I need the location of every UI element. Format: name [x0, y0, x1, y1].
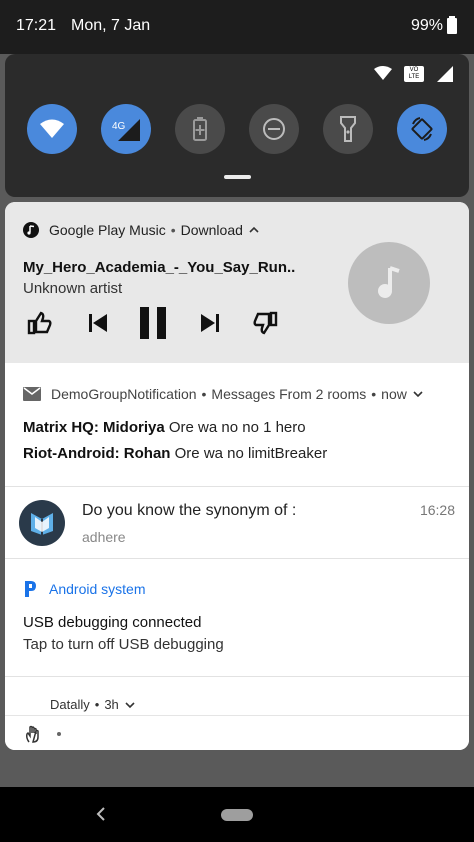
media-title: My_Hero_Academia_-_You_Say_Run..: [23, 259, 296, 276]
tile-mobile-data[interactable]: 4G: [101, 104, 151, 154]
tile-wifi[interactable]: [27, 104, 77, 154]
quick-settings-panel: VO LTE 4G: [5, 54, 469, 197]
media-artist: Unknown artist: [23, 280, 123, 297]
datally-notification[interactable]: Datally • 3h: [50, 697, 135, 712]
divider: [5, 558, 469, 559]
skip-next-icon: [201, 314, 219, 332]
media-app-name: Google Play Music: [49, 222, 166, 238]
volte-icon: VO LTE: [404, 66, 424, 82]
previous-button[interactable]: [83, 308, 113, 338]
chevron-down-icon[interactable]: [413, 390, 423, 398]
system-title: USB debugging connected: [23, 614, 202, 631]
android-system-icon: [25, 581, 36, 597]
play-music-app-icon: [23, 222, 39, 238]
album-art: [348, 242, 430, 324]
media-action: Download: [180, 222, 243, 238]
next-button[interactable]: [195, 308, 225, 338]
navigation-bar: [0, 787, 474, 842]
flashlight-icon: [340, 116, 356, 142]
divider: [5, 486, 469, 487]
notification-shade: Google Play Music • Download My_Hero_Aca…: [5, 202, 469, 750]
tile-auto-rotate[interactable]: [397, 104, 447, 154]
group-time: now: [381, 386, 407, 402]
battery-icon: [447, 16, 457, 34]
group-app-name: DemoGroupNotification: [51, 386, 197, 402]
datally-time: 3h: [104, 697, 119, 712]
message-line: Riot-Android: Rohan Ore wa no limitBreak…: [23, 445, 327, 462]
dnd-icon: [263, 118, 285, 140]
battery-percentage: 99%: [410, 17, 443, 34]
message-sender: Matrix HQ: Midoriya: [23, 419, 165, 436]
thumbs-up-icon: [27, 311, 52, 335]
synonym-word: adhere: [82, 529, 126, 545]
book-logo-icon: [31, 513, 53, 535]
tile-do-not-disturb[interactable]: [249, 104, 299, 154]
chevron-up-icon[interactable]: [249, 226, 259, 234]
overflow-icons-row: [5, 715, 469, 750]
group-notification-header: DemoGroupNotification • Messages From 2 …: [23, 386, 423, 402]
system-header: Android system: [23, 580, 145, 598]
tile-battery-saver[interactable]: [175, 104, 225, 154]
skip-previous-icon: [89, 314, 107, 332]
message-text: Ore wa no limitBreaker: [174, 445, 328, 462]
pause-icon: [140, 307, 166, 339]
wifi-icon: [40, 119, 64, 138]
overflow-dot: [57, 732, 61, 736]
email-icon: [23, 387, 41, 401]
datally-app-name: Datally: [50, 697, 90, 712]
message-text: Ore wa no no 1 hero: [168, 419, 306, 436]
volte-label: VO LTE: [408, 67, 420, 80]
mobile-data-badge: 4G: [112, 121, 126, 132]
media-header: Google Play Music • Download: [23, 222, 259, 238]
signal-4g-icon: 4G: [112, 119, 140, 141]
tile-flashlight[interactable]: [323, 104, 373, 154]
thumbs-down-button[interactable]: [250, 308, 280, 338]
message-sender: Riot-Android: Rohan: [23, 445, 171, 462]
auto-rotate-icon: [411, 117, 433, 141]
music-note-icon: [378, 266, 400, 298]
app-avatar: [19, 500, 65, 546]
synonym-time: 16:28: [419, 502, 455, 518]
synonym-question: Do you know the synonym of :: [82, 502, 297, 519]
group-summary: Messages From 2 rooms: [211, 386, 367, 402]
message-line: Matrix HQ: Midoriya Ore wa no no 1 hero: [23, 419, 306, 436]
divider: [5, 676, 469, 677]
battery-saver-icon: [193, 117, 207, 141]
back-icon[interactable]: [96, 807, 106, 821]
chevron-down-icon[interactable]: [125, 701, 135, 709]
date: Mon, 7 Jan: [71, 17, 151, 34]
pause-button[interactable]: [135, 305, 171, 341]
thumbs-up-button[interactable]: [25, 308, 55, 338]
media-notification[interactable]: Google Play Music • Download My_Hero_Aca…: [5, 202, 469, 363]
wifi-status-icon: [374, 66, 392, 80]
clock: 17:21: [16, 17, 57, 34]
system-text: Tap to turn off USB debugging: [23, 636, 224, 653]
quick-settings-expand-handle[interactable]: [224, 175, 251, 179]
system-app-name: Android system: [49, 581, 146, 597]
status-bar: 17:21 Mon, 7 Jan 99%: [0, 0, 474, 54]
thumbs-down-icon: [253, 311, 278, 335]
cell-signal-icon: [437, 66, 453, 82]
hand-icon: [26, 725, 39, 743]
home-button[interactable]: [221, 809, 253, 821]
